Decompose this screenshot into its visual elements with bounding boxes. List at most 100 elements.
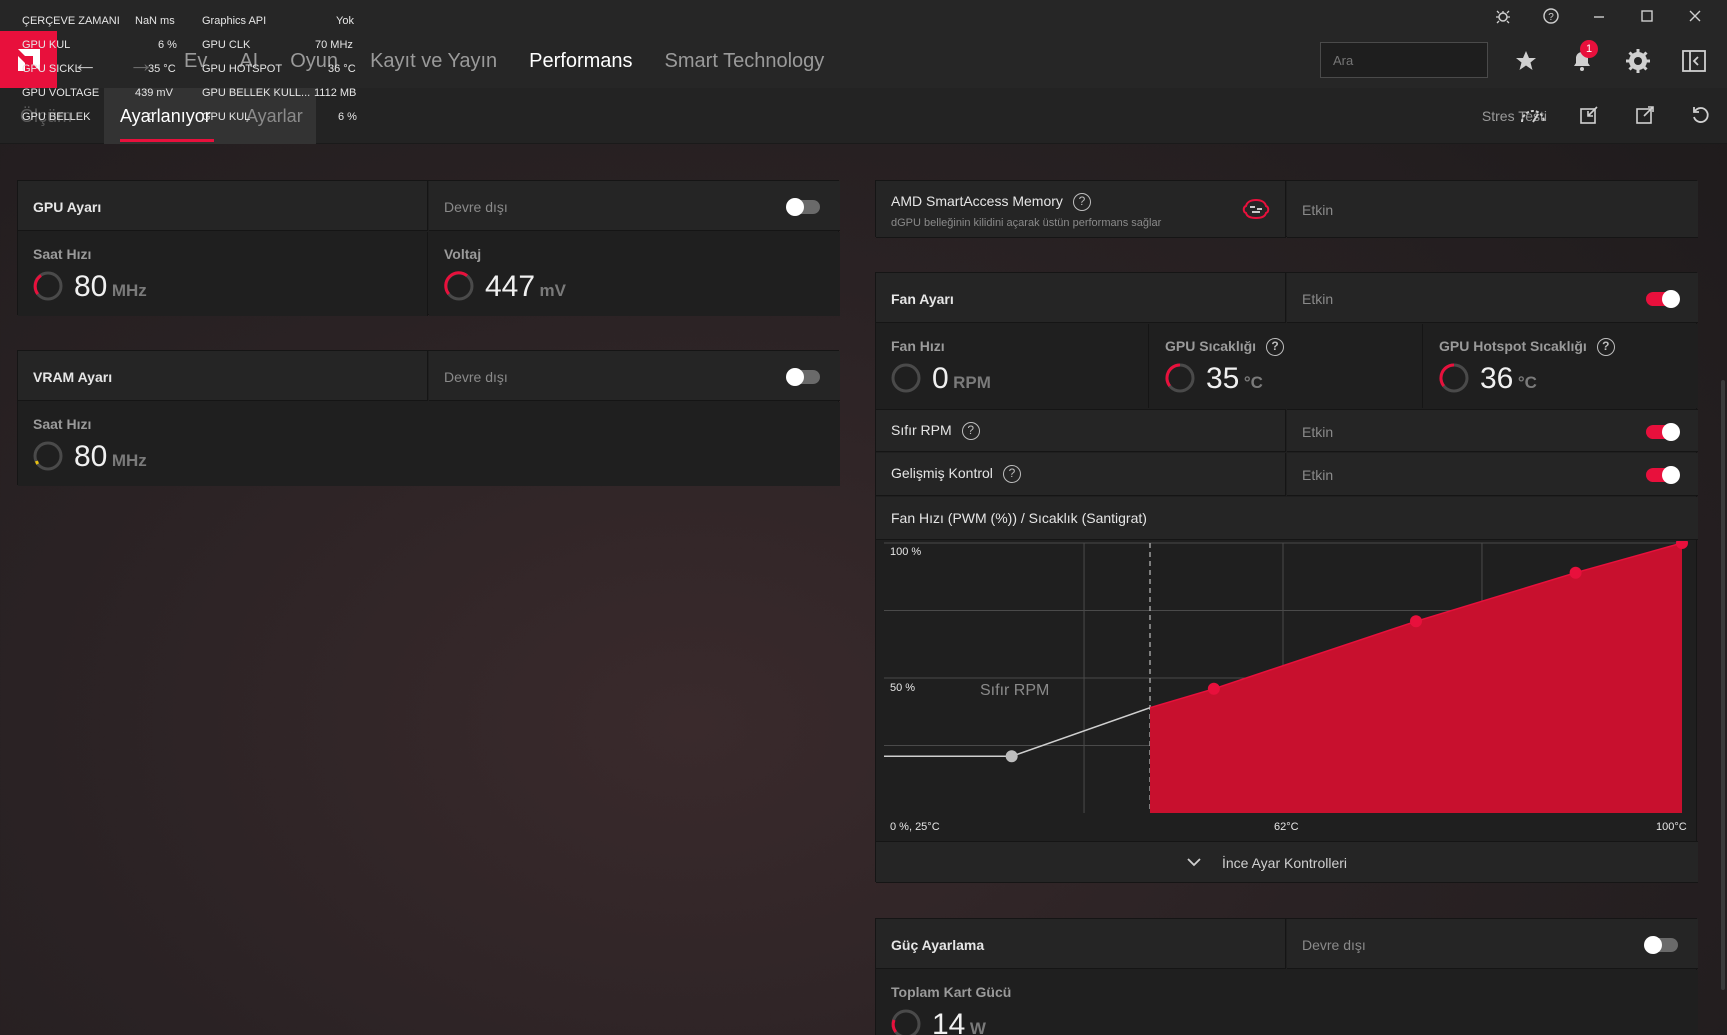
fine-tune-label: İnce Ayar Kontrolleri bbox=[1222, 855, 1348, 871]
nav-arrows: ← → bbox=[72, 48, 154, 79]
fan-curve-title: Fan Hızı (PWM (%)) / Sıcaklık (Santigrat… bbox=[891, 510, 1147, 526]
gpu-temp-label: GPU SICKL bbox=[22, 63, 81, 75]
x-tick-62: 62°C bbox=[1274, 821, 1299, 833]
fan-curve-control-point-3[interactable] bbox=[1569, 566, 1582, 579]
vram-tuning-toggle[interactable] bbox=[786, 368, 820, 386]
vram-clock-readout: 80 MHz bbox=[74, 440, 147, 474]
gpu-temperature-readout: 35 °C bbox=[1206, 362, 1263, 396]
gpu-hotspot-value: 36 °C bbox=[328, 63, 356, 75]
gpu-mem-clk-value: 0 bbox=[148, 111, 155, 123]
power-tuning-title: Güç Ayarlama bbox=[891, 937, 985, 953]
tab-performance[interactable]: Performans bbox=[513, 50, 648, 94]
bug-report-icon[interactable] bbox=[1479, 4, 1527, 28]
gpu-temp-value: 35 °C bbox=[148, 63, 176, 75]
fan-curve-title-cell: Fan Hızı (PWM (%)) / Sıcaklık (Santigrat… bbox=[876, 497, 1698, 540]
power-tuning-panel: Güç Ayarlama Devre dışı Toplam Kart Gücü… bbox=[875, 918, 1698, 1035]
help-icon[interactable]: ? bbox=[1527, 4, 1575, 28]
hotspot-temperature-label: GPU Hotspot Sıcaklığı bbox=[1439, 338, 1587, 354]
vram-clock-cell: Saat Hızı 80 MHz bbox=[18, 402, 840, 486]
gpu-voltage-value: 447 bbox=[485, 270, 536, 303]
fan-speed-readout: 0 RPM bbox=[932, 362, 991, 396]
gpu-tuning-header: GPU Ayarı bbox=[18, 181, 428, 231]
advanced-control-toggle[interactable] bbox=[1646, 466, 1680, 484]
zero-rpm-help-icon[interactable]: ? bbox=[961, 422, 980, 441]
settings-gear-icon[interactable] bbox=[1620, 44, 1656, 78]
minimize-icon[interactable] bbox=[1575, 4, 1623, 28]
gpu-voltage-unit: mV bbox=[539, 281, 566, 300]
fan-tuning-toggle[interactable] bbox=[1646, 290, 1680, 308]
fine-tune-toggle-bar[interactable]: İnce Ayar Kontrolleri bbox=[876, 841, 1698, 883]
search-input[interactable] bbox=[1333, 52, 1509, 68]
hotspot-temperature-readout: 36 °C bbox=[1480, 362, 1537, 396]
gpu-temperature-gauge-icon bbox=[1165, 363, 1195, 393]
gpu-tuning-status-cell: Devre dışı bbox=[429, 181, 840, 231]
total-board-power-cell: Toplam Kart Gücü 14 W bbox=[876, 970, 1698, 1035]
advanced-control-help-icon[interactable]: ? bbox=[1002, 465, 1021, 484]
gpu-voltage-label: Voltaj bbox=[444, 246, 482, 262]
gpu-mem-clk-label: GPU BELLEK bbox=[22, 111, 91, 123]
sam-help-icon[interactable]: ? bbox=[1072, 193, 1091, 212]
notifications-bell-icon[interactable]: 1 bbox=[1564, 40, 1600, 78]
zero-rpm-label-row: Sıfır RPM? bbox=[891, 422, 980, 441]
sidebar-toggle-icon[interactable] bbox=[1676, 44, 1712, 78]
advanced-control-status-cell: Etkin bbox=[1287, 453, 1698, 496]
export-profile-icon[interactable] bbox=[1629, 102, 1661, 128]
total-board-power-gauge-icon bbox=[891, 1009, 921, 1035]
total-board-power-label: Toplam Kart Gücü bbox=[891, 984, 1012, 1000]
gpu-util-value: 6 % bbox=[158, 39, 177, 51]
zero-rpm-zone-label: Sıfır RPM bbox=[980, 682, 1049, 699]
stress-test-gauge-icon[interactable] bbox=[1517, 102, 1549, 128]
gpu-voltage-readout: 447 mV bbox=[485, 270, 566, 304]
gpu-voltage-cell: Voltaj 447 mV bbox=[429, 232, 840, 316]
import-profile-icon[interactable] bbox=[1573, 102, 1605, 128]
advanced-control-label-row: Gelişmiş Kontrol? bbox=[891, 465, 1021, 484]
y-tick-0: 0 %, 25°C bbox=[890, 821, 940, 833]
gpu-tuning-title: GPU Ayarı bbox=[33, 199, 102, 215]
gpu-tuning-status: Devre dışı bbox=[444, 199, 508, 215]
zero-rpm-toggle[interactable] bbox=[1646, 423, 1680, 441]
gpu-clock-unit: MHz bbox=[111, 281, 147, 300]
gpu-tuning-toggle[interactable] bbox=[786, 198, 820, 216]
gpu-util2-value: 6 % bbox=[338, 111, 357, 123]
page-scrollbar[interactable] bbox=[1721, 380, 1725, 990]
vram-clock-gauge-icon bbox=[33, 441, 63, 471]
fan-curve-control-point-2[interactable] bbox=[1410, 615, 1422, 628]
power-tuning-status-cell: Devre dışı bbox=[1287, 919, 1698, 969]
fan-curve-chart[interactable]: 100 % 50 % 0 %, 25°C 62°C 100°C Sıfır RP… bbox=[884, 541, 1690, 841]
tab-smart-technology[interactable]: Smart Technology bbox=[649, 50, 841, 86]
gpu-clock-readout: 80 MHz bbox=[74, 270, 147, 304]
fan-curve-control-point-0[interactable] bbox=[1005, 750, 1018, 763]
zero-rpm-label-cell: Sıfır RPM? bbox=[876, 409, 1286, 452]
vram-tuning-status: Devre dışı bbox=[444, 369, 508, 385]
advanced-control-label: Gelişmiş Kontrol bbox=[891, 465, 993, 481]
reset-icon[interactable] bbox=[1685, 102, 1717, 128]
favorites-star-icon[interactable] bbox=[1508, 44, 1544, 78]
gpu-temperature-help-icon[interactable]: ? bbox=[1266, 338, 1285, 357]
tab-record-stream[interactable]: Kayıt ve Yayın bbox=[354, 50, 513, 86]
x-tick-100: 100°C bbox=[1656, 821, 1687, 833]
gpu-temperature-cell: GPU Sıcaklığı? 35 °C bbox=[1150, 324, 1423, 408]
total-board-power-readout: 14 W bbox=[932, 1008, 986, 1035]
fan-speed-cell: Fan Hızı 0 RPM bbox=[876, 324, 1149, 408]
maximize-icon[interactable] bbox=[1623, 4, 1671, 28]
advanced-control-status: Etkin bbox=[1302, 467, 1334, 483]
gpu-voltage-label: GPU VOLTAGE bbox=[22, 87, 100, 99]
fan-speed-label: Fan Hızı bbox=[891, 338, 945, 354]
vram-clock-unit: MHz bbox=[111, 451, 147, 470]
gpu-clk-label: GPU CLK bbox=[202, 39, 251, 51]
sam-brain-icon bbox=[1242, 198, 1270, 220]
hotspot-temperature-help-icon[interactable]: ? bbox=[1596, 338, 1615, 357]
graphics-api-value: Yok bbox=[336, 15, 354, 27]
vram-tuning-status-cell: Devre dışı bbox=[429, 351, 840, 401]
fan-curve-control-point-1[interactable] bbox=[1207, 682, 1220, 695]
zero-rpm-status-cell: Etkin bbox=[1287, 409, 1698, 452]
sam-panel: AMD SmartAccess Memory? dGPU belleğinin … bbox=[875, 180, 1698, 238]
gpu-hotspot-label: GPU HOTSPOT bbox=[202, 63, 283, 75]
close-icon[interactable] bbox=[1671, 4, 1719, 28]
power-tuning-toggle[interactable] bbox=[1644, 936, 1678, 954]
fan-tuning-status-cell: Etkin bbox=[1287, 273, 1698, 323]
gpu-temperature-unit: °C bbox=[1243, 373, 1263, 392]
power-tuning-status: Devre dışı bbox=[1302, 937, 1366, 953]
sam-title: AMD SmartAccess Memory bbox=[891, 193, 1063, 209]
chevron-down-icon[interactable] bbox=[1186, 856, 1202, 868]
